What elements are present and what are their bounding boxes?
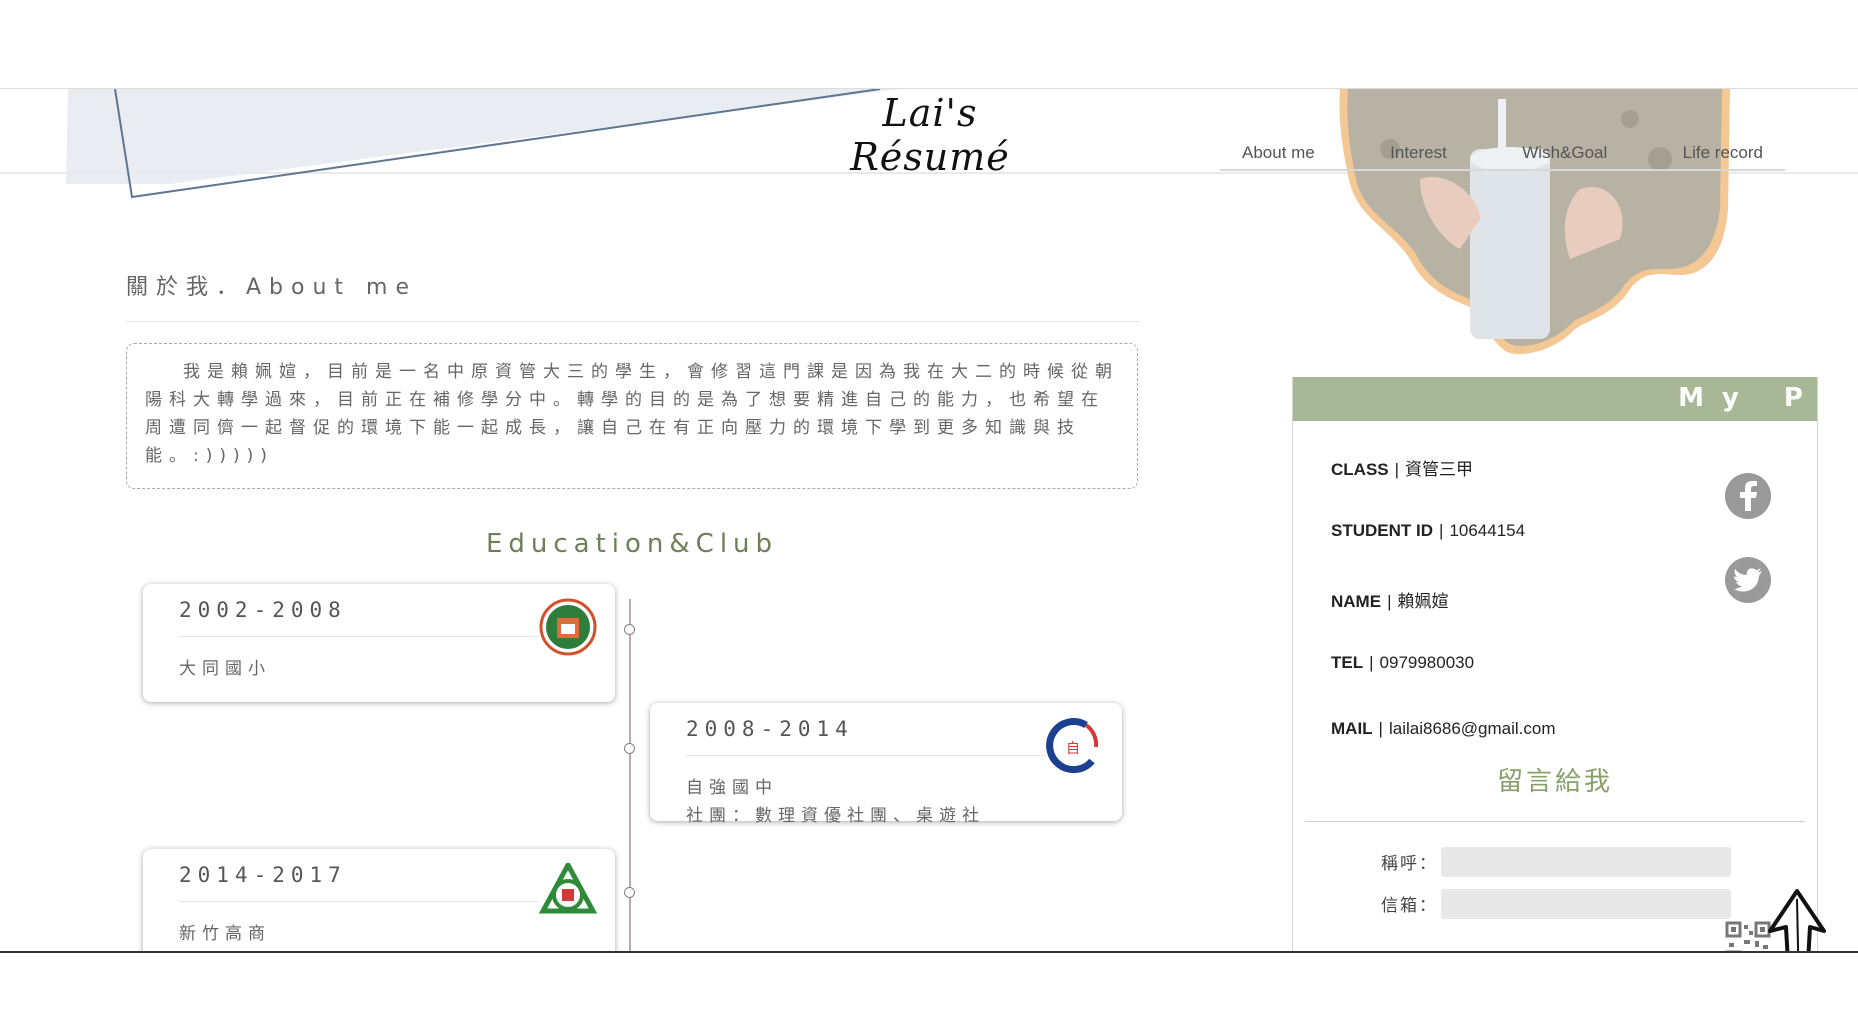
nav-interest[interactable]: Interest [1368,139,1469,169]
timeline-line [629,599,631,951]
site-title[interactable]: Lai's Résumé [820,91,1040,179]
timeline-dot [624,624,635,635]
class-row: CLASS | 資管三甲 [1331,455,1473,480]
message-divider [1305,821,1805,822]
class-value: 資管三甲 [1405,460,1474,479]
card-years: 2002-2008 [179,598,347,622]
nickname-input[interactable] [1441,847,1731,877]
student-id-row: STUDENT ID | 10644154 [1331,521,1525,541]
education-card: 2014-2017 新竹高商 [143,849,615,951]
mail-value[interactable]: lailai8686@gmail.com [1389,719,1556,738]
card-years: 2014-2017 [179,863,347,887]
card-divider [179,636,539,637]
profile-panel: My P CLASS | 資管三甲 STUDENT ID | 10644154 NAME… [1292,377,1818,953]
education-card: 2002-2008 大同國小 [143,584,615,702]
mail-label: MAIL [1331,719,1373,738]
intro-box: 我是賴姵媗，目前是一名中原資管大三的學生，會修習這門課是因為我在大二的時候從朝陽… [126,343,1138,489]
mail-row: MAIL | lailai8686@gmail.com [1331,719,1556,739]
twitter-icon[interactable] [1725,557,1771,603]
card-divider [179,901,539,902]
nav-wish-goal[interactable]: Wish&Goal [1500,139,1629,169]
nav-about-me[interactable]: About me [1220,139,1337,169]
card-school: 新竹高商 [179,924,271,944]
timeline-dot [624,743,635,754]
card-years: 2008-2014 [686,717,854,741]
panel-header-text: My P [1678,383,1817,413]
class-label: CLASS [1331,460,1389,479]
name-row: NAME | 賴姵媗 [1331,587,1448,612]
svg-text:自: 自 [1066,741,1080,757]
separator: | [1439,521,1444,540]
main-nav: About me Interest Wish&Goal Life record [1220,139,1785,171]
facebook-icon[interactable] [1725,473,1771,519]
tel-row: TEL | 0979980030 [1331,653,1474,673]
email-input[interactable] [1441,889,1731,919]
qr-code-icon[interactable] [1725,921,1771,953]
timeline-dot [624,887,635,898]
message-title: 留言給我 [1496,767,1613,797]
tel-value: 0979980030 [1379,653,1475,672]
separator: | [1369,653,1374,672]
panel-header: My P [1293,377,1817,421]
separator: | [1387,592,1392,611]
about-divider [126,321,1140,322]
up-arrow-icon[interactable] [1766,889,1828,953]
about-title: 關於我．About me [126,275,418,300]
intro-text: 我是賴姵媗，目前是一名中原資管大三的學生，會修習這門課是因為我在大二的時候從朝陽… [145,362,1119,466]
nickname-label: 稱呼： [1381,854,1438,874]
separator: | [1394,460,1400,479]
student-id-label: STUDENT ID [1331,521,1433,540]
email-label: 信箱： [1381,896,1438,916]
tel-label: TEL [1331,653,1364,672]
school-logo-icon [539,598,597,656]
education-card: 2008-2014 自強國中 社團：數理資優社團、桌遊社 自 [650,703,1122,826]
name-value: 賴姵媗 [1397,592,1449,611]
education-title: Education&Club [485,529,779,559]
separator: | [1378,719,1383,738]
card-school: 自強國中 [686,778,778,798]
name-label: NAME [1331,592,1382,611]
school-logo-icon [539,863,597,914]
card-club: 社團：數理資優社團、桌遊社 [686,806,985,826]
browser-viewport: Lai's Résumé About me Interest Wish&Goal… [0,88,1858,953]
nav-life-record[interactable]: Life record [1661,139,1785,169]
student-id-value: 10644154 [1449,521,1526,540]
profile-photo [1339,89,1730,355]
card-divider [686,755,1046,756]
card-school: 大同國小 [179,659,271,679]
school-logo-icon: 自 [1046,718,1099,774]
